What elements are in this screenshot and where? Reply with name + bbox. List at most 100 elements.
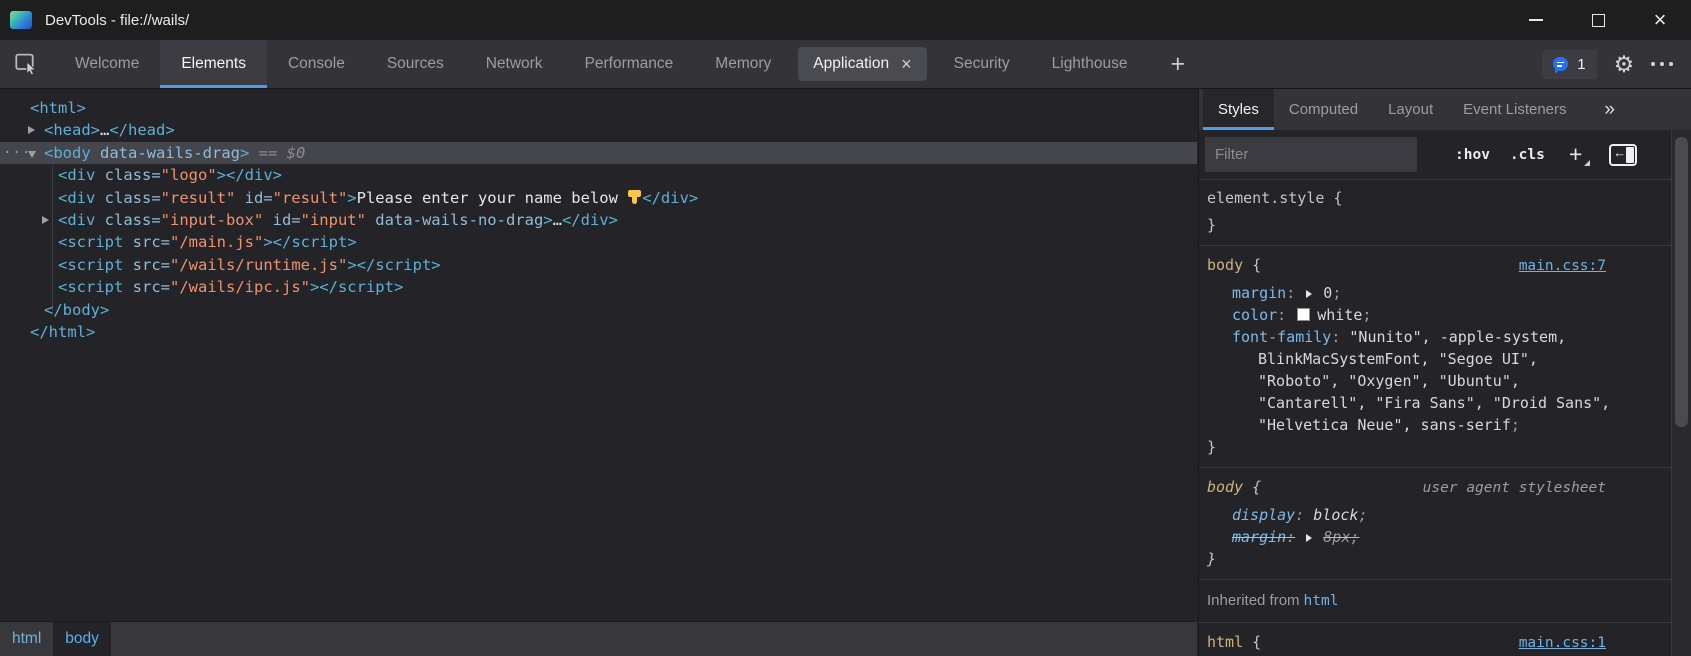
- rule-selector[interactable]: element.style: [1207, 187, 1324, 209]
- property-name: margin: [1232, 528, 1286, 546]
- dom-tree-row[interactable]: <div class="logo"></div>: [0, 164, 1197, 186]
- css-declaration[interactable]: margin: 8px;: [1199, 526, 1672, 548]
- dom-token: >: [217, 166, 226, 184]
- scrollbar-thumb[interactable]: [1675, 137, 1688, 427]
- open-brace: {: [1243, 476, 1261, 498]
- dom-token: src=: [123, 233, 170, 251]
- dom-tree-row[interactable]: ···<body data-wails-drag> == $0: [0, 142, 1197, 164]
- css-declaration[interactable]: font-family: "Nunito", -apple-system, Bl…: [1199, 326, 1622, 436]
- expand-shorthand-icon[interactable]: [1306, 534, 1312, 542]
- elements-tree-panel: <html><head>…</head>···<body data-wails-…: [0, 89, 1197, 656]
- dom-tree: <html><head>…</head>···<body data-wails-…: [0, 89, 1197, 343]
- inherited-node-link[interactable]: html: [1304, 593, 1339, 609]
- dom-token: "logo": [161, 166, 217, 184]
- computed-sidebar-toggle-icon[interactable]: ←: [1609, 144, 1637, 166]
- css-declaration[interactable]: display: block;: [1199, 504, 1672, 526]
- dom-tree-row[interactable]: <div class="input-box" id="input" data-w…: [0, 209, 1197, 231]
- tab-welcome[interactable]: Welcome: [54, 40, 160, 88]
- dom-token: == $0: [249, 144, 305, 162]
- devtools-window: DevTools - file://wails/ × Welcome Elemen…: [0, 0, 1691, 656]
- rule-selector[interactable]: body: [1207, 476, 1243, 498]
- dom-tree-row[interactable]: </html>: [0, 321, 1197, 343]
- tab-label: Welcome: [75, 55, 139, 73]
- inherited-from-label: Inherited from: [1207, 592, 1300, 609]
- styles-filter-input[interactable]: [1205, 137, 1417, 172]
- sidebar-tab-styles[interactable]: Styles: [1203, 89, 1274, 130]
- close-icon: ×: [1654, 9, 1667, 31]
- tab-performance[interactable]: Performance: [564, 40, 695, 88]
- close-button[interactable]: ×: [1629, 0, 1691, 40]
- tab-application[interactable]: Application ×: [798, 47, 926, 81]
- property-name: margin: [1232, 284, 1286, 302]
- tab-security[interactable]: Security: [933, 40, 1031, 88]
- dom-token: <div: [58, 166, 95, 184]
- dom-token: …: [100, 121, 109, 139]
- expand-arrow-icon[interactable]: [28, 126, 35, 134]
- css-declaration[interactable]: color: white;: [1199, 304, 1672, 326]
- dom-token: <script: [58, 278, 123, 296]
- tab-label: Console: [288, 55, 345, 73]
- sidebar-tab-event-listeners[interactable]: Event Listeners: [1448, 89, 1581, 130]
- expand-shorthand-icon[interactable]: [1306, 290, 1312, 298]
- css-rule: html {main.css:1background-color: rgba(3…: [1199, 623, 1672, 656]
- sidebar-tab-layout[interactable]: Layout: [1373, 89, 1448, 130]
- property-value: 0: [1323, 284, 1332, 302]
- pointing-down-emoji: [627, 189, 642, 207]
- dom-token: "input-box": [161, 211, 264, 229]
- dom-token: data-wails-drag: [91, 144, 240, 162]
- settings-gear-icon[interactable]: ⚙: [1614, 53, 1635, 76]
- color-swatch[interactable]: [1297, 308, 1310, 321]
- issues-counter-button[interactable]: 1: [1542, 50, 1596, 79]
- breadcrumb-body[interactable]: body: [53, 622, 111, 656]
- sidebar-tab-computed[interactable]: Computed: [1274, 89, 1373, 130]
- maximize-button[interactable]: [1567, 0, 1629, 40]
- inspect-element-button[interactable]: [0, 40, 54, 88]
- close-tab-icon[interactable]: ×: [901, 55, 912, 73]
- dom-tree-row[interactable]: <html>: [0, 97, 1197, 119]
- styles-sidebar: StylesComputedLayoutEvent Listeners » :h…: [1198, 89, 1691, 656]
- breadcrumb-html[interactable]: html: [0, 622, 53, 656]
- stylesheet-link[interactable]: main.css:1: [1519, 632, 1606, 654]
- sidebar-tab-strip: StylesComputedLayoutEvent Listeners: [1203, 89, 1582, 130]
- expand-arrow-icon[interactable]: [42, 216, 49, 224]
- tab-sources[interactable]: Sources: [366, 40, 465, 88]
- rule-selector[interactable]: html: [1207, 631, 1243, 653]
- minimize-icon: [1529, 19, 1543, 21]
- element-classes-button[interactable]: .cls: [1510, 147, 1545, 163]
- dom-tree-row[interactable]: <script src="/wails/ipc.js"></script>: [0, 276, 1197, 298]
- dom-token: >: [240, 144, 249, 162]
- colon: :: [1295, 506, 1304, 524]
- collapse-arrow-icon[interactable]: [28, 151, 36, 158]
- toggle-element-state-button[interactable]: :hov: [1455, 147, 1490, 163]
- dom-tree-row[interactable]: <script src="/wails/runtime.js"></script…: [0, 254, 1197, 276]
- tab-network[interactable]: Network: [465, 40, 564, 88]
- tab-console[interactable]: Console: [267, 40, 366, 88]
- tab-label: Application: [813, 55, 889, 73]
- tab-memory[interactable]: Memory: [694, 40, 792, 88]
- property-value: block: [1313, 506, 1358, 524]
- overflow-tabs-chevron-icon[interactable]: »: [1604, 89, 1691, 130]
- inspect-cursor-icon: [15, 53, 39, 76]
- styles-scrollbar[interactable]: [1671, 130, 1691, 656]
- dom-tree-row[interactable]: <head>…</head>: [0, 119, 1197, 141]
- stylesheet-link[interactable]: main.css:7: [1519, 255, 1606, 277]
- dom-token: "result": [161, 189, 236, 207]
- window-titlebar: DevTools - file://wails/ ×: [0, 0, 1691, 40]
- minimize-button[interactable]: [1505, 0, 1567, 40]
- more-options-icon[interactable]: [1651, 62, 1673, 66]
- tab-lighthouse[interactable]: Lighthouse: [1031, 40, 1149, 88]
- tab-elements[interactable]: Elements: [160, 40, 267, 88]
- styles-filter-row: :hov .cls + ←: [1199, 130, 1672, 180]
- dom-token: class=: [95, 189, 160, 207]
- new-style-rule-button[interactable]: +: [1569, 143, 1582, 166]
- dom-tree-row[interactable]: </body>: [0, 299, 1197, 321]
- more-tabs-button[interactable]: +: [1148, 40, 1207, 88]
- styles-rules-list: element.style {}body {main.css:7margin: …: [1199, 179, 1672, 656]
- dom-token: <script: [58, 233, 123, 251]
- dom-tree-row[interactable]: <script src="/main.js"></script>: [0, 231, 1197, 253]
- maximize-icon: [1592, 14, 1605, 27]
- dom-tree-row[interactable]: <div class="result" id="result">Please e…: [0, 187, 1197, 209]
- tab-label: Security: [954, 55, 1010, 73]
- css-declaration[interactable]: margin: 0;: [1199, 282, 1672, 304]
- rule-selector[interactable]: body: [1207, 254, 1243, 276]
